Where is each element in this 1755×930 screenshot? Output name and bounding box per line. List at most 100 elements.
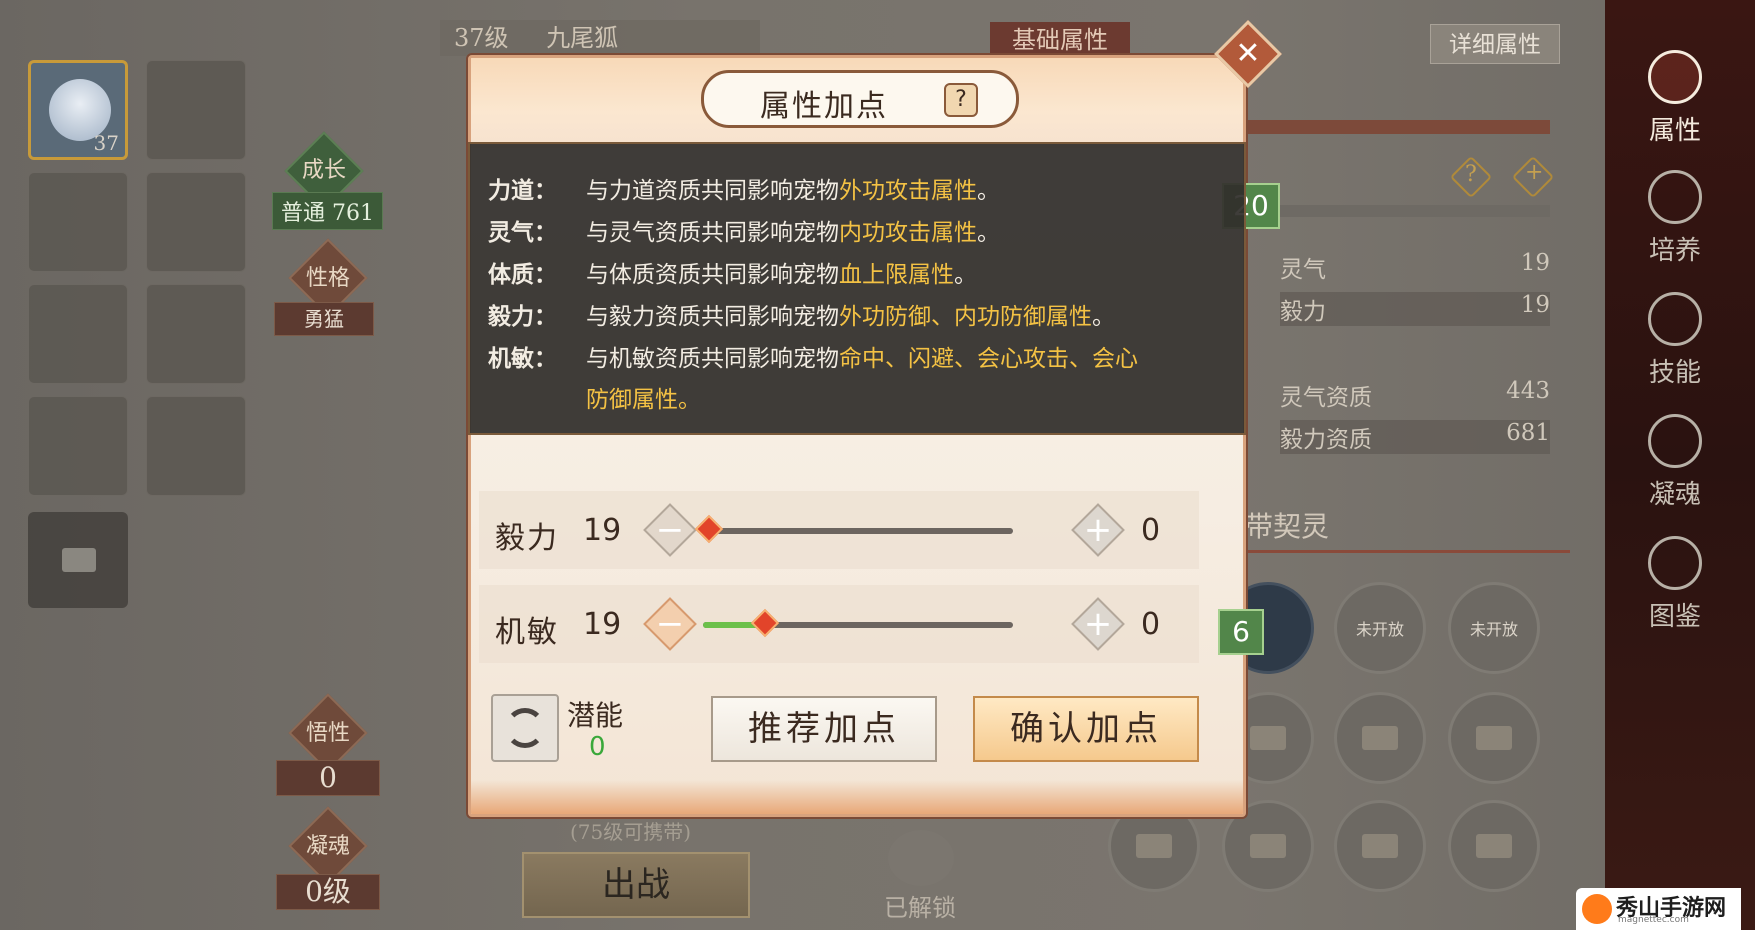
tooltip-text: 与毅力资质共同影响宠物 [586, 304, 839, 330]
tooltip-label: 灵气： [488, 219, 557, 246]
nav-attributes[interactable]: 属性 [1625, 50, 1725, 147]
attr-row-value: 681 [1506, 420, 1550, 446]
watermark-url: magnettec.com [1618, 915, 1689, 925]
pet-slot[interactable] [28, 396, 128, 496]
dialog-bottom-decoration [471, 780, 1243, 814]
locked-circle[interactable] [1448, 692, 1540, 784]
personality-label: 性格 [305, 266, 350, 291]
pet-slot[interactable] [146, 172, 246, 272]
lock-icon [1476, 834, 1512, 858]
attr-row-lingqi-quality: 灵气资质 443 [1280, 378, 1550, 412]
scroll-icon [1648, 292, 1702, 346]
confirm-points-button[interactable]: 确认加点 [973, 696, 1199, 762]
pet-slot-active[interactable]: 37 [28, 60, 128, 160]
tooltip-end: 。 [977, 220, 1000, 246]
attribute-tooltip: 力道： 与力道资质共同影响宠物外功攻击属性。 灵气： 与灵气资质共同影响宠物内功攻击… [468, 142, 1246, 435]
book-icon [1648, 536, 1702, 590]
lock-icon [1362, 834, 1398, 858]
locked-circle[interactable] [1334, 692, 1426, 784]
added-value: 0 [1141, 607, 1161, 642]
tooltip-highlight: 内功攻击属性 [839, 220, 977, 246]
points-tag: 6 [1218, 609, 1264, 655]
panel-bar [1240, 205, 1550, 217]
tooltip-label: 体质： [488, 261, 557, 288]
close-icon: ✕ [1235, 36, 1261, 71]
slider-track[interactable] [703, 608, 1013, 638]
attr-row-yili: 毅力 19 − + 0 [471, 491, 1243, 569]
lock-icon [1250, 726, 1286, 750]
recommend-points-button[interactable]: 推荐加点 [711, 696, 937, 762]
add-glyph: + [1525, 160, 1544, 185]
locked-slot[interactable] [28, 512, 128, 608]
nav-label: 图鉴 [1648, 602, 1701, 632]
personality-value: 勇猛 [274, 302, 374, 336]
not-open-label: 未开放 [1355, 620, 1404, 639]
attr-value: 19 [583, 513, 622, 548]
nav-label: 凝魂 [1648, 480, 1701, 510]
attr-name: 机敏 [495, 615, 559, 650]
tooltip-highlight: 外功防御、内功防御属性 [839, 304, 1092, 330]
pet-name-bar: 37级 九尾狐 [440, 20, 760, 56]
carry-note: (75级可携带) [570, 820, 692, 844]
tooltip-row: 机敏： 与机敏资质共同影响宠物命中、闪避、会心攻击、会心 [488, 342, 1138, 376]
panel-divider [1240, 120, 1550, 134]
attr-row-jimin: 机敏 19 − + 0 [471, 585, 1243, 663]
plus-icon: + [1083, 510, 1113, 550]
attr-value: 19 [583, 607, 622, 642]
swirl-icon [1648, 414, 1702, 468]
nav-label: 培养 [1648, 236, 1701, 266]
nav-soul[interactable]: 凝魂 [1625, 414, 1725, 511]
slider-track[interactable] [694, 514, 1013, 544]
attr-row-lingqi: 灵气 19 [1280, 250, 1550, 284]
nav-atlas[interactable]: 图鉴 [1625, 536, 1725, 633]
tooltip-text: 与灵气资质共同影响宠物 [586, 220, 839, 246]
locked-circle[interactable] [1334, 800, 1426, 892]
pet-slot[interactable] [146, 60, 246, 160]
contract-slot-locked[interactable]: 未开放 [1448, 582, 1540, 674]
help-icon[interactable]: ? [944, 83, 978, 117]
pet-slot[interactable] [28, 284, 128, 384]
lock-icon [1250, 834, 1286, 858]
tooltip-highlight: 外功攻击属性 [839, 178, 977, 204]
attribute-panel: ? + 灵气 19 毅力 19 灵气资质 443 毅力资质 681 [1240, 100, 1555, 530]
attr-row-label: 灵气 [1280, 257, 1326, 283]
pet-slot[interactable] [28, 172, 128, 272]
dialog-header: 属性加点 ? [471, 58, 1243, 148]
growth-value: 761 [332, 201, 375, 226]
contract-slot-locked[interactable]: 未开放 [1334, 582, 1426, 674]
potential-value: 0 [589, 732, 606, 762]
bell-icon [1648, 170, 1702, 224]
tooltip-text: 与机敏资质共同影响宠物 [586, 346, 839, 372]
unlock-icon [888, 830, 954, 886]
reset-button[interactable] [491, 694, 559, 762]
attr-row-label: 毅力 [1280, 299, 1326, 325]
tooltip-text: 与体质资质共同影响宠物 [586, 262, 839, 288]
attr-row-value: 443 [1506, 378, 1550, 404]
pet-slot-grid: 37 [22, 50, 252, 850]
battle-button[interactable]: 出战 [522, 852, 750, 918]
added-value: 0 [1141, 513, 1161, 548]
dialog-title: 属性加点 [760, 89, 888, 124]
attr-name: 毅力 [495, 521, 559, 556]
tooltip-row: 力道： 与力道资质共同影响宠物外功攻击属性。 [488, 174, 1000, 208]
pet-slot[interactable] [146, 284, 246, 384]
comprehension-value: 0 [276, 760, 380, 796]
detail-attributes-button[interactable]: 详细属性 [1430, 24, 1560, 64]
pet-slot-level: 37 [93, 131, 119, 155]
nav-skills[interactable]: 技能 [1625, 292, 1725, 389]
tooltip-end: 。 [1092, 304, 1115, 330]
attr-row-yili-quality: 毅力资质 681 [1280, 420, 1550, 454]
lock-icon [1476, 726, 1512, 750]
refresh-icon [505, 708, 545, 748]
attr-row-yili: 毅力 19 [1280, 292, 1550, 326]
pet-slot[interactable] [146, 396, 246, 496]
locked-circle[interactable] [1448, 800, 1540, 892]
nav-train[interactable]: 培养 [1625, 170, 1725, 267]
tooltip-row: 毅力： 与毅力资质共同影响宠物外功防御、内功防御属性。 [488, 300, 1115, 334]
help-glyph: ? [1465, 162, 1477, 187]
site-watermark: 秀山手游网 magnettec.com [1576, 888, 1741, 930]
pet-level: 37级 [454, 24, 509, 52]
tooltip-highlight: 血上限属性 [839, 262, 954, 288]
contract-divider [1240, 550, 1570, 553]
tab-base-attributes[interactable]: 基础属性 [990, 22, 1130, 58]
